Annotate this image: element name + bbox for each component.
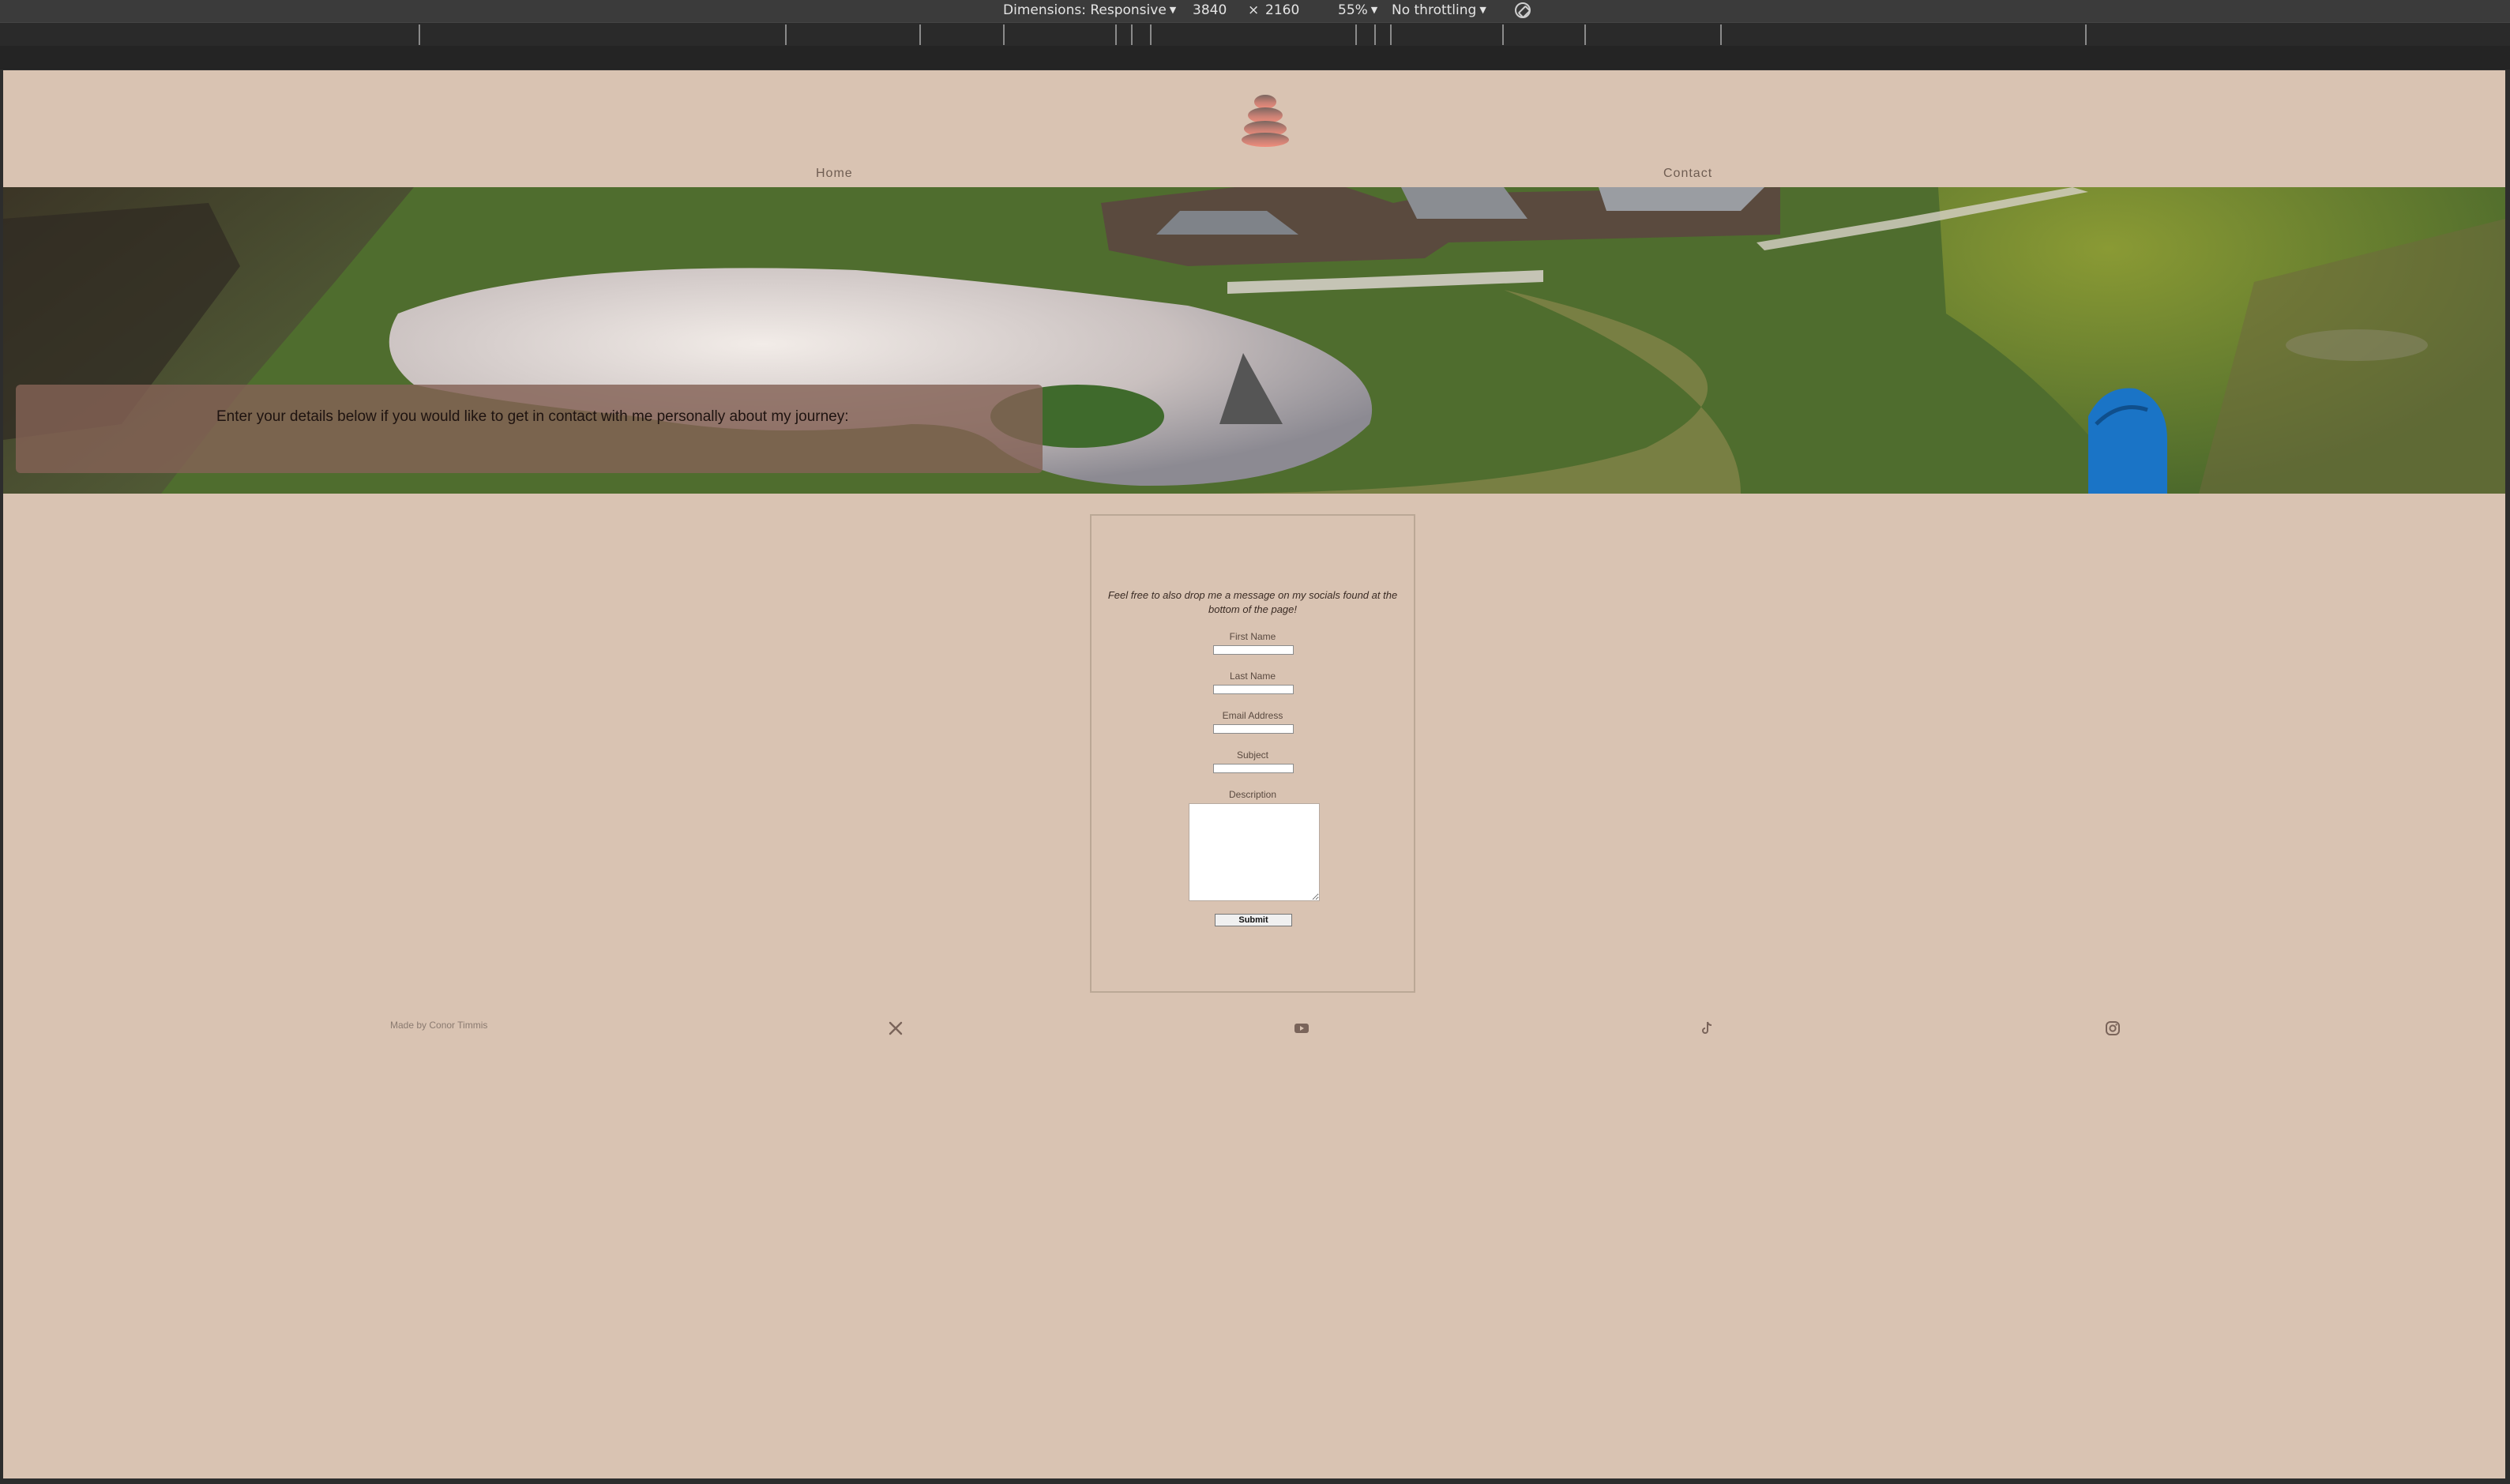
subject-label: Subject (1236, 750, 1269, 761)
tiktok-icon[interactable] (1699, 1020, 1716, 1037)
x-twitter-icon[interactable] (887, 1020, 904, 1037)
description-textarea[interactable] (1189, 803, 1320, 901)
description-label: Description (1228, 789, 1277, 800)
nav-contact-link[interactable]: Contact (1663, 167, 1712, 181)
footer-credit: Made by Conor Timmis (390, 1020, 488, 1031)
form-note: Feel free to also drop me a message on m… (1107, 589, 1398, 615)
devtools-toolbar: Dimensions: Responsive ▼ 3840 × 2160 55% ▼… (0, 0, 2510, 22)
media-query-ruler[interactable] (0, 22, 2510, 47)
times-label: × (1248, 2, 1260, 18)
page-viewport: Home Contact Enter your details below if… (3, 70, 2505, 1478)
dimensions-dropdown[interactable]: Dimensions: Responsive ▼ (1003, 2, 1176, 18)
caret-down-icon: ▼ (1169, 5, 1177, 15)
caret-down-icon: ▼ (1370, 5, 1378, 15)
rotate-icon[interactable] (1515, 2, 1531, 18)
stacked-stones-icon (1242, 95, 1289, 147)
hero-overlay-box (16, 385, 1043, 473)
last-name-input[interactable] (1213, 685, 1294, 694)
zoom-dropdown[interactable]: 55% ▼ (1338, 2, 1377, 18)
first-name-label: First Name (1229, 631, 1276, 642)
subject-input[interactable] (1213, 764, 1294, 773)
submit-button[interactable]: Submit (1215, 914, 1292, 926)
instagram-icon[interactable] (2104, 1020, 2121, 1037)
throttling-dropdown[interactable]: No throttling ▼ (1392, 2, 1486, 18)
email-label: Email Address (1222, 710, 1283, 721)
width-input[interactable]: 3840 (1193, 2, 1227, 18)
height-input[interactable]: 2160 (1265, 2, 1299, 18)
hero-banner: Enter your details below if you would li… (3, 187, 2505, 494)
contact-form: Feel free to also drop me a message on m… (1090, 514, 1415, 993)
email-input[interactable] (1213, 724, 1294, 734)
nav-home-link[interactable]: Home (816, 167, 853, 181)
hero-intro-text: Enter your details below if you would li… (216, 408, 849, 425)
last-name-label: Last Name (1229, 671, 1276, 682)
pixel-ruler (0, 46, 2510, 70)
first-name-input[interactable] (1213, 645, 1294, 655)
youtube-icon[interactable] (1293, 1020, 1310, 1037)
caret-down-icon: ▼ (1479, 5, 1486, 15)
